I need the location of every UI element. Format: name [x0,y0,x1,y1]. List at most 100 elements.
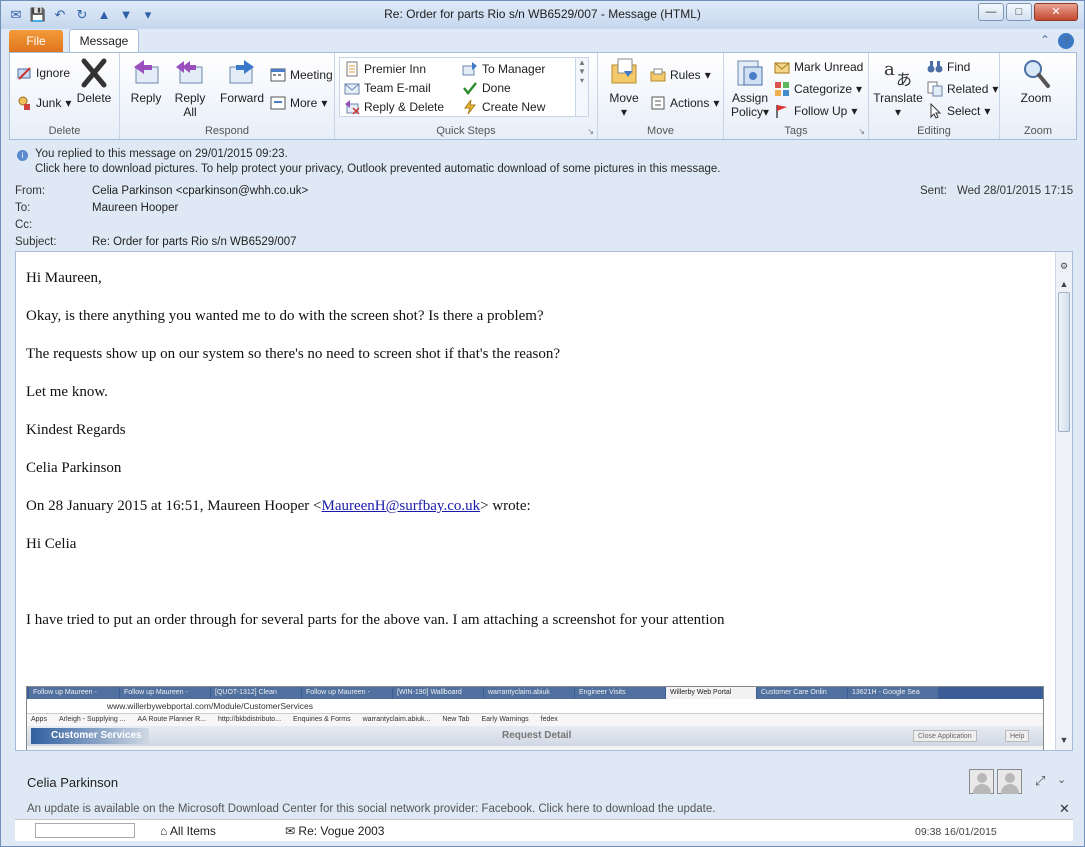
to-value[interactable]: Maureen Hooper [92,202,178,214]
related-button[interactable]: Related ▾ [927,81,998,97]
activity-search-box[interactable] [35,823,135,838]
ribbon-right-controls: ⌃ ? [1040,33,1074,49]
contact-avatar[interactable] [997,769,1022,794]
translate-button[interactable]: aあ Translate ▾ [873,57,923,119]
group-tags: Assign Policy▾ Mark Unread Categorize ▾ Fo… [724,53,869,139]
ignore-icon [17,67,31,80]
message-scrollbar[interactable]: ⚙ ▲ ▼ [1055,252,1072,750]
forward-mail-icon [462,62,477,76]
reply-all-button[interactable]: Reply All [170,57,210,119]
scroll-up-arrow[interactable]: ▲ [1056,276,1072,292]
embedded-tab-active: Willerby Web Portal [666,687,756,699]
reply-button[interactable]: Reply [128,57,164,105]
body-paragraph: The requests show up on our system so th… [26,346,561,362]
meeting-button[interactable]: Meeting [270,67,333,83]
document-icon [346,61,358,77]
body-paragraph: Okay, is there anything you wanted me to… [26,308,544,324]
close-button[interactable]: ✕ [1034,3,1078,21]
minimize-button[interactable]: — [978,3,1004,21]
quickstep-to-manager[interactable]: To Manager [462,61,545,77]
quickstep-done[interactable]: Done [462,80,511,96]
rules-icon [650,68,666,82]
info-download-pictures[interactable]: Click here to download pictures. To help… [9,162,1077,177]
assign-policy-button[interactable]: Assign Policy▾ [728,57,772,119]
delete-button[interactable]: Delete [74,57,114,105]
tab-file[interactable]: File [9,30,63,53]
subject-value: Re: Order for parts Rio s/n WB6529/007 [92,236,297,248]
embedded-tab: 13621H - Google Sea [848,687,938,699]
embedded-close-application: Close Application [913,730,977,742]
scroll-settings-icon[interactable]: ⚙ [1056,258,1072,274]
quickstep-premier-inn[interactable]: Premier Inn [344,61,426,77]
actions-button[interactable]: Actions ▾ [650,95,719,111]
embedded-tab: Follow up Maureen - [302,687,392,699]
categorize-button[interactable]: Categorize ▾ [774,81,862,97]
related-icon [927,81,943,97]
embedded-tab: Follow up Maureen - [120,687,210,699]
window-title: Re: Order for parts Rio s/n WB6529/007 -… [384,7,701,21]
mark-unread-button[interactable]: Mark Unread [774,59,863,75]
group-label-quick-steps: Quick Steps [436,125,496,137]
translate-icon: aあ [884,59,912,89]
mail-item-icon: ✉ [285,824,296,838]
quickstep-create-new[interactable]: Create New [462,99,545,115]
quote-email-link[interactable]: MaureenH@surfbay.co.uk [321,498,480,514]
cc-label: Cc: [15,219,33,231]
quote-header: On 28 January 2015 at 16:51, Maureen Hoo… [26,498,531,514]
body-paragraph: Let me know. [26,384,108,400]
social-update-notice[interactable]: An update is available on the Microsoft … [27,803,715,815]
quickstep-reply-delete[interactable]: Reply & Delete [344,99,444,115]
group-label-tags: Tags [784,125,808,137]
follow-up-button[interactable]: Follow Up ▾ [774,103,857,119]
scroll-down-arrow[interactable]: ▼ [1056,732,1072,748]
maximize-button[interactable]: □ [1006,3,1032,21]
zoom-button[interactable]: Zoom [1014,57,1058,105]
quick-steps-gallery: Premier Inn To Manager Team E-mail Done … [339,57,589,117]
people-pane-name[interactable]: Celia Parkinson [27,775,118,790]
message-body[interactable]: Hi Maureen, Okay, is there anything you … [15,251,1073,751]
tags-launcher-icon[interactable]: ↘ [858,127,865,136]
select-button[interactable]: Select ▾ [927,103,990,119]
group-delete: Ignore Junk ▾ Delete Delete [10,53,120,139]
junk-button[interactable]: Junk ▾ [16,95,71,111]
contact-avatar[interactable] [969,769,994,794]
more-respond-button[interactable]: More ▾ [270,95,327,111]
quickstep-team-email[interactable]: Team E-mail [344,80,431,96]
scroll-thumb[interactable] [1058,292,1070,432]
from-value[interactable]: Celia Parkinson <cparkinson@whh.co.uk> [92,185,308,197]
reply-icon [134,60,159,84]
body-signature: Celia Parkinson [26,460,122,476]
group-label-respond: Respond [204,125,250,137]
ignore-button[interactable]: Ignore [16,65,70,81]
more-icon [270,96,286,110]
info-bar: i You replied to this message on 29/01/2… [9,147,1077,179]
quoted-greeting: Hi Celia [26,536,77,552]
all-items-label[interactable]: ⌂ All Items [160,824,216,838]
collapse-ribbon-icon[interactable]: ⌃ [1040,33,1050,49]
forward-icon [229,60,254,84]
dismiss-notice-icon[interactable]: ✕ [1059,801,1070,817]
reply-all-icon [176,61,203,84]
ribbon: Ignore Junk ▾ Delete Delete Reply Reply Al… [9,52,1077,140]
body-greeting: Hi Maureen, [26,270,102,286]
help-icon[interactable]: ? [1058,33,1074,49]
quick-steps-scroll[interactable]: ▲ ▼ ▾ [575,58,588,116]
rules-button[interactable]: Rules ▾ [650,67,711,83]
people-pane-chevron-icon[interactable]: ⌄ [1057,773,1066,786]
flag-icon [776,105,787,118]
group-editing: aあ Translate ▾ Find Related ▾ Select ▾ Edit… [869,53,1000,139]
move-button[interactable]: Move ▾ [604,57,644,119]
find-button[interactable]: Find [927,59,970,75]
svg-text:あ: あ [896,70,912,89]
message-text: Hi Maureen, Okay, is there anything you … [26,268,725,648]
activity-item[interactable]: ✉ Re: Vogue 2003 [285,824,384,838]
svg-text:a: a [884,59,895,80]
forward-button[interactable]: Forward [216,57,268,105]
quick-steps-launcher-icon[interactable]: ↘ [587,127,594,136]
expand-people-icon[interactable]: ⤢ [1035,773,1045,789]
checkmark-icon [463,82,477,96]
tab-message[interactable]: Message [69,29,139,53]
embedded-bookmarks: Apps Arleigh - Supplying ... AA Route Pl… [27,714,1043,726]
body-signoff: Kindest Regards [26,422,126,438]
embedded-help: Help [1005,730,1030,742]
